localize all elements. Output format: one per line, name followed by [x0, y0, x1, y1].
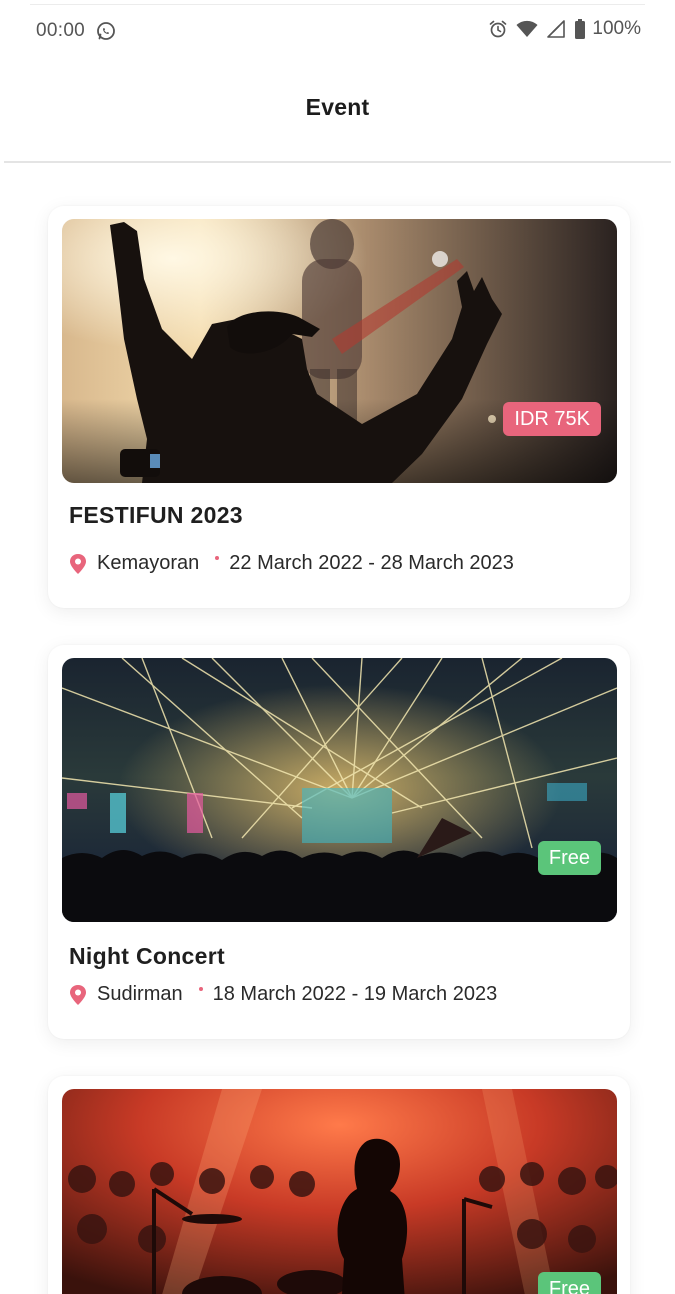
event-image	[62, 1089, 617, 1294]
event-title: Night Concert	[69, 943, 225, 969]
price-badge: IDR 75K	[503, 402, 601, 436]
location-pin-icon	[70, 984, 86, 1005]
event-meta: Sudirman 18 March 2022 - 19 March 2023	[69, 983, 497, 1006]
price-badge: Free	[537, 841, 601, 875]
page-title: Event	[305, 94, 370, 120]
price-badge: Free	[537, 1272, 601, 1294]
event-dates: 18 March 2022 - 19 March 2023	[212, 983, 498, 1005]
event-location: Kemayoran	[97, 552, 200, 574]
wifi-icon	[516, 20, 538, 37]
event-image	[62, 658, 617, 922]
location-pin-icon	[70, 553, 86, 574]
app-header: Event	[0, 60, 675, 160]
battery-percentage: 100%	[592, 18, 641, 39]
status-icons: 100%	[488, 18, 641, 40]
alarm-icon	[490, 20, 507, 38]
screen: 00:00 100% Event IDR 75K FESTIFUN 2023 K…	[0, 0, 675, 1294]
status-top-line	[30, 4, 645, 5]
event-image	[62, 219, 617, 483]
event-meta: Kemayoran 22 March 2022 - 28 March 2023	[69, 552, 514, 575]
event-card[interactable]: Free Night Concert Sudirman 18 March 202…	[48, 645, 630, 1039]
header-divider	[4, 161, 671, 163]
event-title: FESTIFUN 2023	[69, 502, 243, 528]
separator-dot	[215, 555, 220, 560]
status-bar: 00:00 100%	[0, 14, 675, 48]
whatsapp-icon	[97, 22, 115, 40]
separator-dot	[198, 986, 203, 991]
status-time: 00:00	[36, 20, 86, 41]
battery-icon	[575, 19, 586, 39]
event-location: Sudirman	[97, 983, 183, 1005]
signal-icon	[547, 20, 566, 38]
event-dates: 22 March 2022 - 28 March 2023	[229, 552, 514, 574]
event-card[interactable]: Free	[48, 1076, 630, 1294]
event-card[interactable]: IDR 75K FESTIFUN 2023 Kemayoran 22 March…	[48, 206, 630, 608]
